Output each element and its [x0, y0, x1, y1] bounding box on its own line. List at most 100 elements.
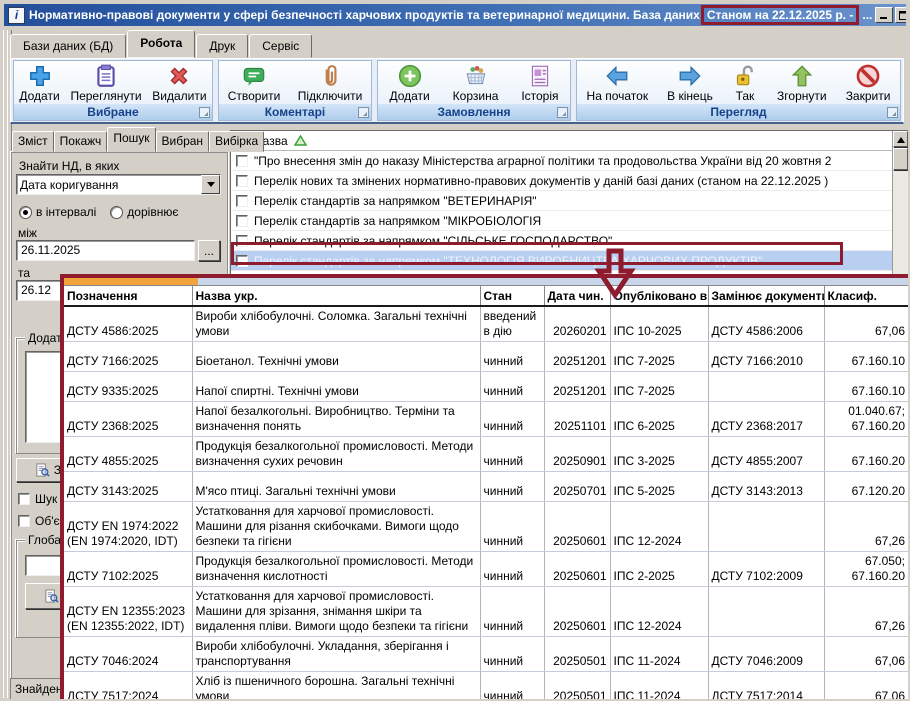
list-item[interactable]: Перелік стандартів за напрямком "ВЕТЕРИН… — [231, 191, 893, 211]
list-item-label: "Про внесення змін до наказу Міністерств… — [254, 154, 831, 168]
list-item[interactable]: Перелік стандартів за напрямком "СІЛЬСЬК… — [231, 231, 893, 251]
row-checkbox[interactable] — [236, 155, 248, 167]
table-cell: чинний — [480, 637, 544, 672]
menu-tab[interactable]: Робота — [127, 30, 195, 58]
table-cell: ДСТУ 3143:2013 — [708, 472, 824, 502]
column-header[interactable]: Дата чин. — [544, 286, 610, 307]
table-cell: чинний — [480, 437, 544, 472]
menu-tab[interactable]: Сервіс — [249, 34, 312, 58]
table-row[interactable]: ДСТУ 7102:2025Продукція безалкогольної п… — [64, 552, 908, 587]
radio-equals[interactable] — [110, 206, 123, 219]
ribbon-button[interactable]: Додати — [15, 62, 63, 104]
ribbon-button-label: Переглянути — [70, 89, 141, 103]
table-row[interactable]: ДСТУ 2368:2025Напої безалкогольні. Вироб… — [64, 402, 908, 437]
table-cell: ДСТУ 7102:2009 — [708, 552, 824, 587]
add-plus-icon — [27, 63, 53, 89]
ribbon-button[interactable]: Додати — [385, 62, 433, 104]
dialog-launcher-icon[interactable] — [358, 107, 369, 118]
column-header[interactable]: Опубліковано в — [610, 286, 708, 307]
sidebar-tab[interactable]: Вибран — [156, 131, 210, 152]
table-row[interactable]: ДСТУ EN 1974:2022 (EN 1974:2020, IDT)Уст… — [64, 502, 908, 552]
ribbon-group-caption: Вибране — [14, 104, 212, 120]
row-checkbox[interactable] — [236, 175, 248, 187]
checkbox-1-label: Шук — [35, 492, 57, 506]
dialog-launcher-icon[interactable] — [887, 107, 898, 118]
row-checkbox[interactable] — [236, 235, 248, 247]
ribbon-button[interactable]: В кінець — [663, 62, 717, 104]
table-row[interactable]: ДСТУ 7166:2025Біоетанол. Технічні умович… — [64, 342, 908, 372]
table-cell: 67.160.20 — [824, 437, 908, 472]
table-row[interactable]: ДСТУ EN 12355:2023 (EN 12355:2022, IDT)У… — [64, 587, 908, 637]
table-row[interactable]: ДСТУ 3143:2025М'ясо птиці. Загальні техн… — [64, 472, 908, 502]
ribbon-button[interactable]: Історія — [517, 62, 562, 104]
date-from-browse-button[interactable]: ... — [198, 240, 220, 261]
table-cell: ІПС 12-2024 — [610, 587, 708, 637]
ribbon-button[interactable]: Так — [728, 62, 762, 104]
table-cell: Хліб із пшеничного борошна. Загальні тех… — [192, 672, 480, 701]
paperclip-icon — [317, 63, 343, 89]
ribbon-group-caption-label: Перегляд — [710, 105, 766, 119]
menu-tab[interactable]: Бази даних (БД) — [10, 34, 126, 58]
ribbon-button[interactable]: Підключити — [294, 62, 367, 104]
title-date-annotation: Станом на 22.12.2025 р. - — [701, 5, 860, 25]
ribbon-button-label: На початок — [587, 89, 649, 103]
table-cell: ДСТУ 2368:2017 — [708, 402, 824, 437]
table-cell: ДСТУ 7517:2024 — [64, 672, 192, 701]
list-header[interactable]: Назва — [231, 131, 893, 151]
radio-interval[interactable] — [19, 206, 32, 219]
row-checkbox[interactable] — [236, 215, 248, 227]
list-item[interactable]: Перелік нових та змінених нормативно-пра… — [231, 171, 893, 191]
list-item[interactable]: "Про внесення змін до наказу Міністерств… — [231, 151, 893, 171]
table-row[interactable]: ДСТУ 9335:2025Напої спиртні. Технічні ум… — [64, 372, 908, 402]
table-cell: 20250701 — [544, 472, 610, 502]
sidebar-tab[interactable]: Вибірка — [209, 131, 264, 152]
menu-tab[interactable]: Друк — [196, 34, 248, 58]
table-row[interactable]: ДСТУ 4855:2025Продукція безалкогольної п… — [64, 437, 908, 472]
ribbon-button[interactable]: Переглянути — [66, 62, 145, 104]
column-header[interactable]: Класиф. — [824, 286, 908, 307]
ribbon-group: СтворитиПідключитиКоментарі — [218, 60, 372, 121]
ribbon-button-label: Створити — [228, 89, 281, 103]
ribbon-button[interactable]: Згорнути — [773, 62, 831, 104]
sidebar-tab[interactable]: Зміст — [12, 131, 54, 152]
row-checkbox[interactable] — [236, 195, 248, 207]
scrollbar-thumb[interactable] — [893, 148, 908, 170]
table-cell: ІПС 6-2025 — [610, 402, 708, 437]
title-bar[interactable]: i Нормативно-правові документи у сфері б… — [4, 4, 906, 26]
row-checkbox[interactable] — [236, 255, 248, 267]
ribbon-button[interactable]: Видалити — [148, 62, 210, 104]
list-item[interactable]: Перелік стандартів за напрямком "ТЕХНОЛО… — [231, 251, 893, 271]
maximize-button[interactable] — [895, 7, 906, 23]
ribbon-button[interactable]: На початок — [583, 62, 653, 104]
field-select[interactable]: Дата коригування — [16, 174, 221, 195]
minimize-button[interactable] — [875, 7, 893, 23]
ribbon-button[interactable]: Закрити — [842, 62, 895, 104]
sidebar-tab[interactable]: Покажч — [54, 131, 108, 152]
ribbon-button[interactable]: Створити — [224, 62, 285, 104]
table-row[interactable]: ДСТУ 4586:2025Вироби хлібобулочні. Солом… — [64, 306, 908, 342]
ribbon-button[interactable]: Корзина — [449, 62, 503, 104]
date-from-field[interactable]: 26.11.2025 — [16, 240, 195, 261]
dialog-launcher-icon[interactable] — [557, 107, 568, 118]
column-header[interactable]: Позначення — [64, 286, 192, 307]
chevron-down-icon[interactable] — [201, 175, 220, 194]
table-cell: Продукція безалкогольної промисловості. … — [192, 437, 480, 472]
table-row[interactable]: ДСТУ 7517:2024Хліб із пшеничного борошна… — [64, 672, 908, 701]
search-option-checkbox-2[interactable] — [18, 515, 30, 527]
column-header[interactable]: Назва укр. — [192, 286, 480, 307]
search-option-checkbox-1[interactable] — [18, 493, 30, 505]
list-item[interactable]: Перелік стандартів за напрямком "МІКРОБІ… — [231, 211, 893, 231]
mode-radios: в інтервалі дорівнює — [19, 205, 178, 219]
dialog-launcher-icon[interactable] — [199, 107, 210, 118]
table-row[interactable]: ДСТУ 7046:2024Вироби хлібобулочні. Уклад… — [64, 637, 908, 672]
scroll-up-icon[interactable] — [893, 131, 908, 147]
ribbon-button-label: Видалити — [152, 89, 206, 103]
column-header[interactable]: Замінює документи — [708, 286, 824, 307]
column-header[interactable]: Стан — [480, 286, 544, 307]
table-cell: чинний — [480, 672, 544, 701]
sidebar-tab[interactable]: Пошук — [107, 127, 155, 152]
radio-interval-label: в інтервалі — [36, 205, 96, 219]
ribbon-buttons: Додати Корзина Історія — [378, 61, 570, 104]
menu-tabs: Бази даних (БД)РоботаДрукСервіс — [10, 32, 313, 58]
delete-x-icon — [166, 63, 192, 89]
